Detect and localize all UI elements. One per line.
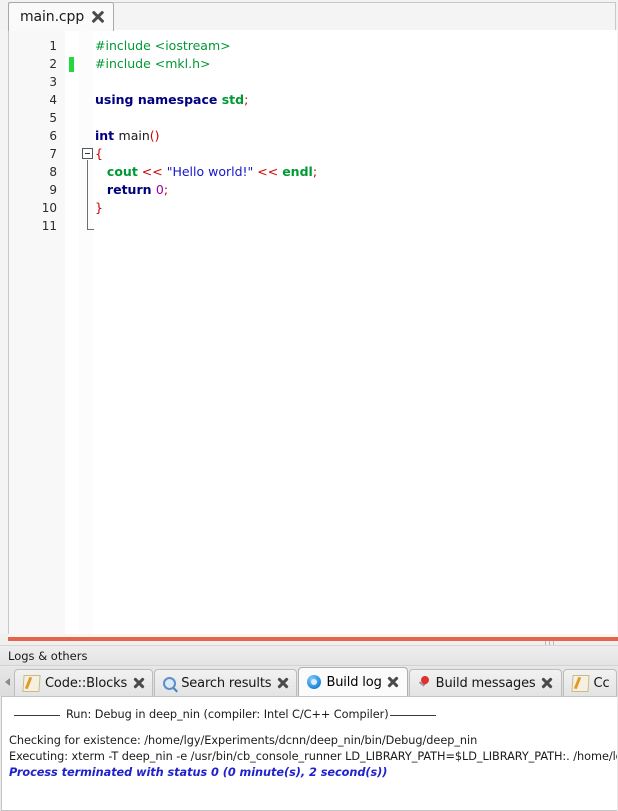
- build-log-output[interactable]: Run: Debug in deep_nin (compiler: Intel …: [1, 696, 617, 811]
- code-token: }: [95, 200, 103, 215]
- logs-tab-label: Code::Blocks: [45, 675, 128, 691]
- line-number: 9: [49, 183, 57, 197]
- code-line: 10}: [9, 199, 617, 217]
- code-line: 8 cout << "Hello world!" << endl;: [9, 163, 617, 181]
- codeblocks-window: main.cpp 1 #include <iostream> 2 #include <…: [0, 0, 618, 811]
- build-log-run-header-text: Run: Debug in deep_nin (compiler: Intel …: [66, 708, 389, 721]
- line-number: 3: [49, 75, 57, 89]
- code-token: #include <iostream>: [95, 38, 231, 53]
- rule-left: [14, 714, 60, 716]
- code-line-text: {: [95, 145, 103, 163]
- logs-tab-search-results[interactable]: Search results: [154, 669, 298, 696]
- magnifier-icon: [163, 677, 177, 690]
- code-line: 4 using namespace std;: [9, 91, 617, 109]
- code-token: <<: [253, 164, 283, 179]
- log-spacer: [2, 697, 617, 707]
- code-token: return: [106, 182, 156, 197]
- fold-range-line: [87, 160, 88, 229]
- pencil-icon: [570, 674, 590, 692]
- line-number: 5: [49, 111, 57, 125]
- logs-and-others-panel: Logs & others Code::Blocks Search results…: [0, 645, 618, 811]
- build-log-status-line: Process terminated with status 0 (0 minu…: [9, 766, 388, 779]
- code-token: using namespace: [95, 92, 222, 107]
- code-line-text: cout << "Hello world!" << endl;: [95, 163, 317, 181]
- code-line-text: #include <iostream>: [95, 37, 231, 55]
- line-number: 8: [49, 165, 57, 179]
- code-token: <<: [137, 164, 167, 179]
- editor-tab-label: main.cpp: [20, 9, 85, 25]
- splitter-accent-bar: [8, 637, 618, 641]
- pin-icon: [418, 676, 431, 690]
- close-icon[interactable]: [387, 676, 400, 689]
- code-token: {: [95, 146, 103, 161]
- code-token: main: [118, 128, 150, 143]
- logs-tab-cc[interactable]: Cc: [562, 669, 618, 696]
- logs-tab-bar: Code::Blocks Search results Build log Build…: [0, 667, 618, 696]
- build-log-line-1: Executing: xterm -T deep_nin -e /usr/bin…: [9, 750, 617, 763]
- fold-collapse-icon[interactable]: [82, 148, 93, 159]
- line-number: 10: [41, 201, 57, 215]
- chevron-left-icon[interactable]: [0, 667, 14, 696]
- code-token: ;: [312, 164, 318, 179]
- editor-tab-main-cpp[interactable]: main.cpp: [8, 2, 115, 31]
- code-token: 0: [155, 182, 164, 197]
- logs-tab-code-blocks[interactable]: Code::Blocks: [14, 669, 154, 696]
- horizontal-splitter[interactable]: [0, 634, 618, 645]
- code-token: int: [95, 128, 119, 143]
- close-icon[interactable]: [132, 677, 145, 690]
- line-number: 4: [49, 93, 57, 107]
- build-log-run-header: Run: Debug in deep_nin (compiler: Intel …: [2, 707, 617, 723]
- line-number: 6: [49, 129, 57, 143]
- code-token: (): [149, 128, 160, 143]
- logs-tab-label: Cc: [593, 675, 610, 691]
- code-line-text: using namespace std;: [95, 91, 248, 109]
- code-token: cout: [106, 164, 138, 179]
- close-icon[interactable]: [541, 677, 554, 690]
- code-line: 7{: [9, 145, 617, 163]
- code-line: 9 return 0;: [9, 181, 617, 199]
- code-line: 5: [9, 109, 617, 127]
- code-line: 11: [9, 217, 617, 235]
- line-number: 1: [49, 39, 57, 53]
- code-line: 2 #include <mkl.h>: [9, 55, 617, 73]
- log-spacer-2: [2, 723, 617, 733]
- line-number: 7: [49, 147, 57, 161]
- logs-tab-build-messages[interactable]: Build messages: [408, 669, 562, 696]
- line-number: 11: [41, 219, 57, 233]
- code-token: ;: [244, 92, 249, 107]
- logs-tab-build-log[interactable]: Build log: [298, 667, 408, 696]
- code-line-text: return 0;: [95, 181, 168, 199]
- code-token: endl: [282, 164, 313, 179]
- code-line: 1 #include <iostream>: [9, 37, 617, 55]
- code-token: #include <mkl.h>: [95, 56, 211, 71]
- code-line-text: #include <mkl.h>: [95, 55, 210, 73]
- line-modified-marker: [69, 57, 74, 72]
- editor-pane: main.cpp 1 #include <iostream> 2 #include <…: [0, 0, 618, 634]
- code-token: ;: [163, 182, 169, 197]
- code-token: "Hello world!": [166, 164, 254, 179]
- logs-tab-label: Search results: [181, 675, 272, 691]
- code-line: 6 int main(): [9, 127, 617, 145]
- line-number: 2: [49, 57, 57, 71]
- logs-tab-label: Build log: [326, 674, 382, 690]
- logs-panel-title: Logs & others: [0, 646, 618, 666]
- blue-orb-icon: [307, 675, 322, 689]
- logs-tab-label: Build messages: [435, 675, 536, 691]
- fold-range-end: [87, 229, 94, 230]
- pencil-icon: [22, 674, 41, 692]
- code-editor-surface[interactable]: 1 #include <iostream> 2 #include <mkl.h> 3 4 u…: [8, 30, 617, 634]
- editor-tab-strip: main.cpp: [0, 0, 618, 31]
- code-line: 3: [9, 73, 617, 91]
- build-log-line-0: Checking for existence: /home/lgy/Experi…: [9, 734, 478, 747]
- code-token: std: [221, 92, 245, 107]
- code-line-text: }: [95, 199, 103, 217]
- rule-right: [389, 714, 436, 716]
- code-line-text: int main(): [95, 127, 160, 145]
- code-lines: 1 #include <iostream> 2 #include <mkl.h> 3 4 u…: [9, 37, 617, 235]
- close-icon[interactable]: [91, 11, 104, 24]
- close-icon[interactable]: [276, 677, 289, 690]
